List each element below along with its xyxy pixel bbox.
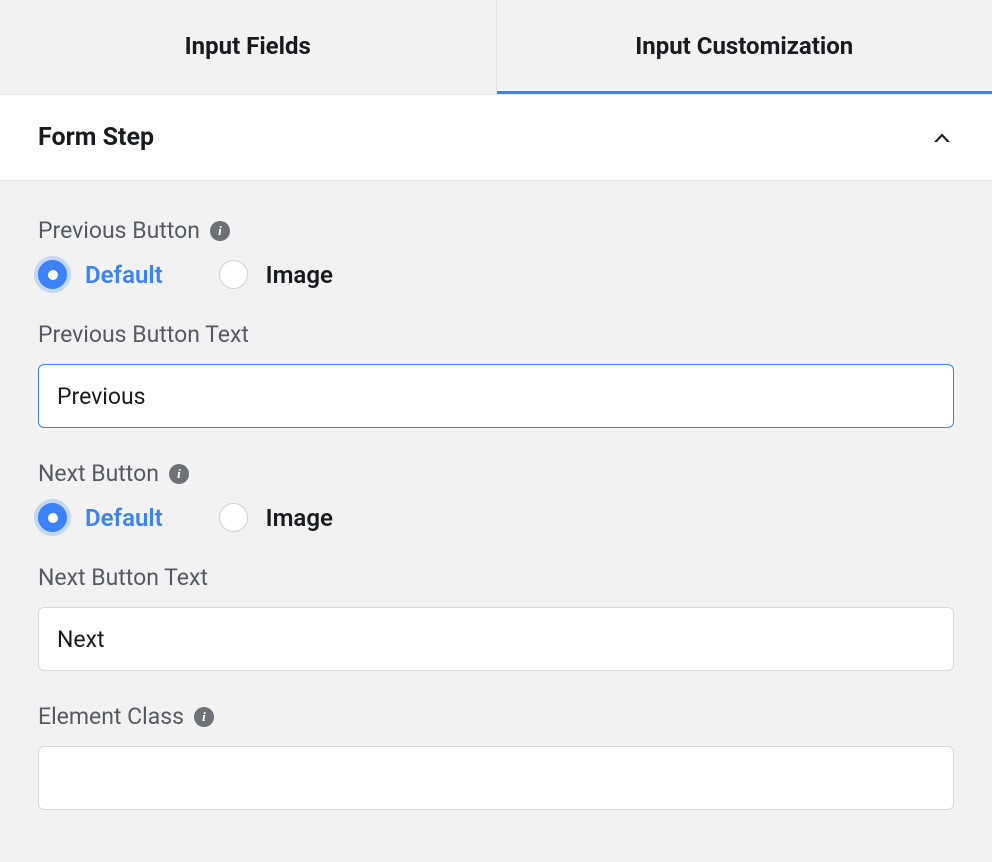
- info-icon[interactable]: i: [194, 707, 214, 727]
- chevron-up-icon: [930, 126, 954, 150]
- next-button-text-input[interactable]: [38, 607, 954, 671]
- previous-button-text-input[interactable]: [38, 364, 954, 428]
- radio-indicator: [219, 260, 248, 289]
- panel-body: Previous Button i Default Image Previous…: [0, 181, 992, 862]
- tab-input-fields[interactable]: Input Fields: [0, 0, 497, 94]
- next-button-radio-default[interactable]: Default: [38, 503, 163, 532]
- tabs-container: Input Fields Input Customization: [0, 0, 992, 94]
- previous-button-group: Previous Button i Default Image: [38, 217, 954, 289]
- field-label-row: Element Class i: [38, 703, 954, 730]
- element-class-group: Element Class i: [38, 703, 954, 810]
- tab-input-customization[interactable]: Input Customization: [497, 0, 992, 94]
- field-label-row: Previous Button i: [38, 217, 954, 244]
- next-button-text-group: Next Button Text: [38, 564, 954, 671]
- section-header-form-step[interactable]: Form Step: [0, 94, 992, 181]
- next-button-radio-image[interactable]: Image: [219, 503, 333, 532]
- previous-button-radio-row: Default Image: [38, 260, 954, 289]
- section-title: Form Step: [38, 123, 154, 152]
- info-icon[interactable]: i: [169, 464, 189, 484]
- previous-button-radio-default[interactable]: Default: [38, 260, 163, 289]
- radio-indicator: [38, 260, 67, 289]
- element-class-label: Element Class: [38, 703, 184, 730]
- next-button-text-label: Next Button Text: [38, 564, 208, 591]
- element-class-input[interactable]: [38, 746, 954, 810]
- field-label-row: Next Button Text: [38, 564, 954, 591]
- previous-button-text-group: Previous Button Text: [38, 321, 954, 428]
- field-label-row: Next Button i: [38, 460, 954, 487]
- previous-button-label: Previous Button: [38, 217, 200, 244]
- radio-label: Default: [85, 261, 163, 289]
- radio-label: Image: [266, 504, 333, 532]
- tab-label: Input Customization: [635, 32, 853, 60]
- next-button-label: Next Button: [38, 460, 159, 487]
- info-icon[interactable]: i: [210, 221, 230, 241]
- radio-indicator: [38, 503, 67, 532]
- radio-label: Image: [266, 261, 333, 289]
- next-button-radio-row: Default Image: [38, 503, 954, 532]
- radio-indicator: [219, 503, 248, 532]
- tab-label: Input Fields: [185, 32, 311, 60]
- previous-button-text-label: Previous Button Text: [38, 321, 249, 348]
- previous-button-radio-image[interactable]: Image: [219, 260, 333, 289]
- field-label-row: Previous Button Text: [38, 321, 954, 348]
- radio-label: Default: [85, 504, 163, 532]
- next-button-group: Next Button i Default Image: [38, 460, 954, 532]
